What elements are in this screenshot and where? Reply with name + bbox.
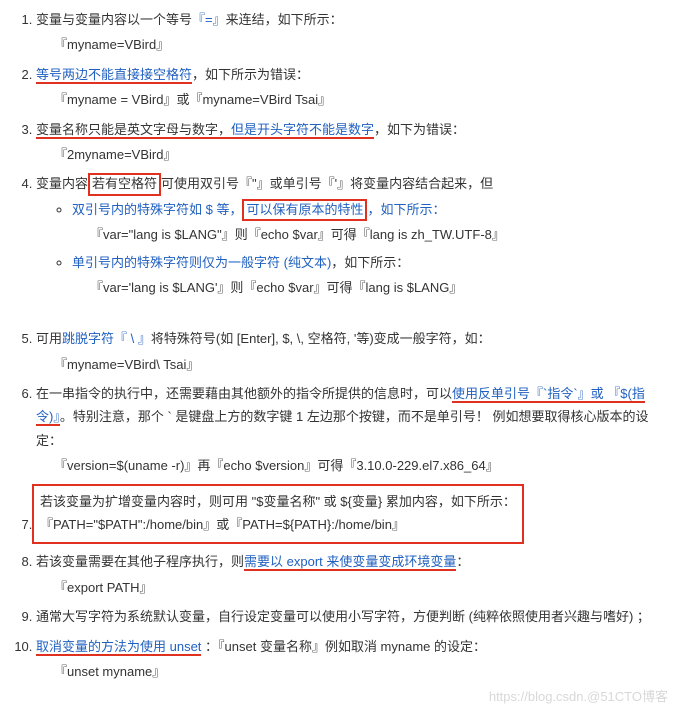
- text: 。特别注意，那个 ` 是键盘上方的数字键 1 左边那个按键，而不是单引号！ 例如…: [36, 409, 648, 447]
- text: 变量内容: [36, 176, 88, 191]
- rule-list: 变量与变量内容以一个等号『=』来连结，如下所示： 『myname=VBird』 …: [8, 8, 668, 683]
- highlight-box: 若有空格符: [88, 173, 161, 195]
- equals-sign: 『=』: [192, 12, 226, 27]
- rule-emphasis: 但是开头字符不能是数字: [231, 122, 374, 139]
- text: 将特殊符号(如 [Enter], $, \, 空格符, '等)变成一般字符，如：: [151, 331, 491, 346]
- highlight-box: 可以保有原本的特性: [242, 199, 367, 221]
- rule-item-1: 变量与变量内容以一个等号『=』来连结，如下所示： 『myname=VBird』: [36, 8, 668, 57]
- text: ：: [456, 554, 469, 569]
- text: ，如下所示为错误：: [192, 67, 309, 82]
- text: ，如下所示：: [367, 202, 445, 217]
- code-example: 『2myname=VBird』: [36, 143, 668, 166]
- code-example: 『var="lang is $LANG"』则『echo $var』可得『lang…: [72, 223, 668, 246]
- code-example: 『myname = VBird』或『myname=VBird Tsai』: [36, 88, 668, 111]
- sub-item-single-quote: 单引号内的特殊字符则仅为一般字符 (纯文本)，如下所示： 『var='lang …: [72, 251, 668, 300]
- code-example: 『version=$(uname -r)』再『echo $version』可得『…: [36, 454, 668, 477]
- rule-item-3: 变量名称只能是英文字母与数字，但是开头字符不能是数字，如下为错误： 『2myna…: [36, 118, 668, 167]
- rule-item-4: 变量内容若有空格符可使用双引号『"』或单引号『'』将变量内容结合起来，但 双引号…: [36, 172, 668, 321]
- code-example: 『export PATH』: [36, 576, 668, 599]
- code-example: 『var='lang is $LANG'』则『echo $var』可得『lang…: [72, 276, 668, 299]
- code-example: 『unset myname』: [36, 660, 668, 683]
- code-example: 『myname=VBird\ Tsai』: [36, 353, 668, 376]
- text: 在一串指令的执行中，还需要藉由其他额外的指令所提供的信息时，可以: [36, 386, 452, 401]
- code-example: 『myname=VBird』: [36, 33, 668, 56]
- text: 可用: [36, 331, 62, 346]
- sub-text: 单引号内的特殊字符则仅为一般字符 (纯文本): [72, 255, 331, 270]
- text: 来连结，如下所示：: [226, 12, 343, 27]
- code-example: 『PATH="$PATH":/home/bin』或『PATH=${PATH}:/…: [40, 517, 405, 532]
- text: ：『unset 变量名称』例如取消 myname 的设定：: [201, 639, 486, 654]
- rule-text: 变量名称只能是英文字母与数字，: [36, 122, 231, 139]
- rule-item-6: 在一串指令的执行中，还需要藉由其他额外的指令所提供的信息时，可以使用反单引号『`…: [36, 382, 668, 478]
- text: 通常大写字符为系统默认变量，自行设定变量可以使用小写字符，方便判断 (纯粹依照使…: [36, 609, 650, 624]
- rule-item-7: 若该变量为扩增变量内容时，则可用 "$变量名称" 或 ${变量} 累加内容，如下…: [36, 484, 668, 545]
- text: 若该变量需要在其他子程序执行，则: [36, 554, 244, 569]
- unset-emphasis: 取消变量的方法为使用 unset: [36, 639, 201, 656]
- sub-text: 双引号内的特殊字符如 $ 等，: [72, 202, 242, 217]
- escape-char: 跳脱字符『 \ 』: [62, 331, 151, 346]
- rule-item-9: 通常大写字符为系统默认变量，自行设定变量可以使用小写字符，方便判断 (纯粹依照使…: [36, 605, 668, 628]
- text: ，如下所示：: [331, 255, 409, 270]
- watermark: https://blog.csdn.@51CTO博客: [489, 685, 668, 708]
- text: ，如下为错误：: [374, 122, 465, 137]
- export-emphasis: 需要以 export 来使变量变成环境变量: [244, 554, 456, 571]
- rule-heading: 等号两边不能直接接空格符: [36, 67, 192, 84]
- text: 变量与变量内容以一个等号: [36, 12, 192, 27]
- highlight-big-box: 若该变量为扩增变量内容时，则可用 "$变量名称" 或 ${变量} 累加内容，如下…: [32, 484, 524, 545]
- rule-item-2: 等号两边不能直接接空格符，如下所示为错误： 『myname = VBird』或『…: [36, 63, 668, 112]
- sub-item-double-quote: 双引号内的特殊字符如 $ 等，可以保有原本的特性，如下所示： 『var="lan…: [72, 198, 668, 247]
- rule-item-5: 可用跳脱字符『 \ 』将特殊符号(如 [Enter], $, \, 空格符, '…: [36, 327, 668, 376]
- rule-item-10: 取消变量的方法为使用 unset ：『unset 变量名称』例如取消 mynam…: [36, 635, 668, 684]
- text: 若该变量为扩增变量内容时，则可用 "$变量名称" 或 ${变量} 累加内容，如下…: [40, 494, 516, 509]
- sub-list: 双引号内的特殊字符如 $ 等，可以保有原本的特性，如下所示： 『var="lan…: [36, 198, 668, 300]
- rule-item-8: 若该变量需要在其他子程序执行，则需要以 export 来使变量变成环境变量： 『…: [36, 550, 668, 599]
- text: 可使用双引号『"』或单引号『'』将变量内容结合起来，但: [161, 176, 493, 191]
